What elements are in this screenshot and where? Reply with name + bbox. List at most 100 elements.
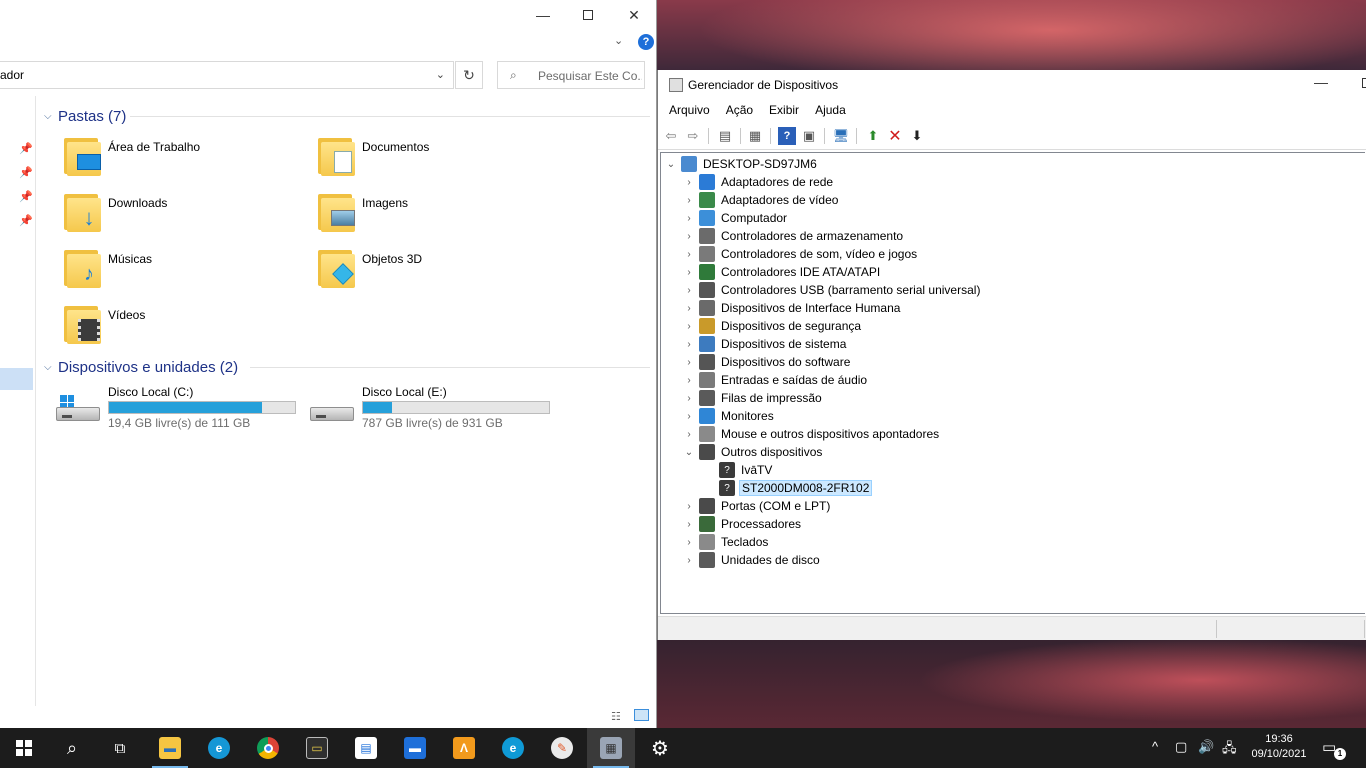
taskbar-file-explorer[interactable]: ▬	[146, 728, 194, 768]
scan-hardware-icon[interactable]: 🖥	[832, 127, 850, 145]
taskbar-edge-2[interactable]: e	[489, 728, 537, 768]
update-driver-icon[interactable]: ⬆	[864, 127, 882, 145]
notification-center-button[interactable]: ▭ 1	[1322, 738, 1346, 760]
expand-chevron-icon[interactable]: ›	[681, 537, 697, 548]
taskbar-app-blue[interactable]: ▤	[342, 728, 390, 768]
tree-category[interactable]: › Monitores	[681, 407, 776, 425]
taskbar-settings[interactable]: ⚙	[636, 728, 684, 768]
clock[interactable]: 19:36 09/10/2021	[1244, 732, 1314, 762]
properties-icon[interactable]: ▦	[746, 127, 764, 145]
tree-category[interactable]: › Processadores	[681, 515, 803, 533]
close-button[interactable]: ✕	[611, 0, 657, 30]
tree-category[interactable]: › Dispositivos de sistema	[681, 335, 848, 353]
tree-category[interactable]: › Adaptadores de rede	[681, 173, 835, 191]
pin-icon[interactable]: 📌	[19, 214, 33, 227]
tree-category[interactable]: › Dispositivos de segurança	[681, 317, 863, 335]
start-button[interactable]	[0, 728, 48, 768]
tree-category[interactable]: › Controladores de armazenamento	[681, 227, 905, 245]
expand-chevron-icon[interactable]: ›	[681, 555, 697, 566]
expand-chevron-icon[interactable]: ›	[681, 393, 697, 404]
view-icon[interactable]: ▣	[800, 127, 818, 145]
uninstall-device-icon[interactable]: ✕	[886, 127, 904, 145]
expand-chevron-icon[interactable]: ›	[681, 357, 697, 368]
tree-root[interactable]: ⌄ DESKTOP-SD97JM6	[663, 155, 819, 173]
menu-ajuda[interactable]: Ajuda	[815, 100, 846, 122]
disable-device-icon[interactable]: ⬇	[908, 127, 926, 145]
expand-chevron-icon[interactable]: ›	[681, 501, 697, 512]
minimize-button[interactable]: —	[520, 0, 566, 30]
help-icon[interactable]: ?	[778, 127, 796, 145]
tree-category[interactable]: ⌄ Outros dispositivos	[681, 443, 824, 461]
folder-documents[interactable]: Documentos	[316, 136, 566, 186]
menu-acao[interactable]: Ação	[726, 100, 753, 122]
menu-exibir[interactable]: Exibir	[769, 100, 799, 122]
taskbar-device-manager[interactable]: ▦	[587, 728, 635, 768]
folders-group-header[interactable]: ⌵ Pastas (7)	[44, 106, 650, 126]
tree-device[interactable]: ? IvāTV	[701, 461, 774, 479]
folder-3d-objects[interactable]: Objetos 3D	[316, 248, 566, 298]
pin-icon[interactable]: 📌	[19, 190, 33, 203]
tree-category[interactable]: › Portas (COM e LPT)	[681, 497, 832, 515]
maximize-button[interactable]	[1362, 78, 1366, 88]
expand-chevron-icon[interactable]: ›	[681, 267, 697, 278]
folder-downloads[interactable]: ↓ Downloads	[62, 192, 312, 242]
refresh-button[interactable]: ↻	[455, 61, 483, 89]
expand-chevron-icon[interactable]: ›	[681, 429, 697, 440]
folder-music[interactable]: ♪ Músicas	[62, 248, 312, 298]
show-hidden-icons[interactable]: ^	[1152, 739, 1158, 754]
expand-chevron-icon[interactable]: ›	[681, 213, 697, 224]
folder-videos[interactable]: Vídeos	[62, 304, 312, 354]
details-view-icon[interactable]: ☷	[611, 710, 621, 723]
back-icon[interactable]: ⇦	[662, 127, 680, 145]
tree-category[interactable]: › Dispositivos do software	[681, 353, 852, 371]
expand-chevron-icon[interactable]: ›	[681, 375, 697, 386]
tree-device[interactable]: ? ST2000DM008-2FR102	[701, 479, 873, 497]
show-hide-console-tree-icon[interactable]: ▤	[716, 127, 734, 145]
address-bar[interactable]: ador ⌄	[0, 61, 454, 89]
collapse-chevron-icon[interactable]: ⌄	[681, 447, 697, 458]
drive-c[interactable]: Disco Local (C:) 19,4 GB livre(s) de 111…	[56, 385, 306, 435]
tree-category[interactable]: › Computador	[681, 209, 789, 227]
nav-selected-item[interactable]	[0, 368, 33, 390]
pin-icon[interactable]: 📌	[19, 166, 33, 179]
folder-desktop[interactable]: Área de Trabalho	[62, 136, 312, 186]
help-icon[interactable]: ?	[638, 34, 654, 50]
drive-e[interactable]: Disco Local (E:) 787 GB livre(s) de 931 …	[310, 385, 560, 435]
minimize-button[interactable]: —	[1314, 74, 1328, 90]
taskbar-app-round[interactable]: ✎	[538, 728, 586, 768]
tree-category[interactable]: › Entradas e saídas de áudio	[681, 371, 869, 389]
taskbar-chrome[interactable]	[244, 728, 292, 768]
search-button[interactable]: ⌕	[48, 728, 96, 768]
tree-category[interactable]: › Dispositivos de Interface Humana	[681, 299, 902, 317]
search-input[interactable]: ⌕ Pesquisar Este Co...	[497, 61, 645, 89]
taskbar-app-keyboard[interactable]: ▭	[293, 728, 341, 768]
large-icons-view-icon[interactable]	[634, 709, 649, 721]
forward-icon[interactable]: ⇨	[684, 127, 702, 145]
folder-pictures[interactable]: Imagens	[316, 192, 566, 242]
ribbon-expand-icon[interactable]: ⌄	[614, 34, 623, 47]
tree-category[interactable]: › Controladores USB (barramento serial un…	[681, 281, 982, 299]
expand-chevron-icon[interactable]: ›	[681, 411, 697, 422]
expand-chevron-icon[interactable]: ›	[681, 519, 697, 530]
devices-group-header[interactable]: ⌵ Dispositivos e unidades (2)	[44, 357, 650, 377]
tree-category[interactable]: › Adaptadores de vídeo	[681, 191, 840, 209]
maximize-button[interactable]	[565, 0, 611, 30]
tree-category[interactable]: › Controladores de som, vídeo e jogos	[681, 245, 919, 263]
expand-chevron-icon[interactable]: ›	[681, 285, 697, 296]
expand-chevron-icon[interactable]: ›	[681, 249, 697, 260]
expand-chevron-icon[interactable]: ›	[681, 195, 697, 206]
menu-arquivo[interactable]: Arquivo	[669, 100, 710, 122]
expand-chevron-icon[interactable]: ›	[681, 231, 697, 242]
task-view-button[interactable]: ⧉	[96, 728, 144, 768]
tree-category[interactable]: › Filas de impressão	[681, 389, 824, 407]
tree-category[interactable]: › Teclados	[681, 533, 770, 551]
expand-chevron-icon[interactable]: ›	[681, 339, 697, 350]
tree-category[interactable]: › Unidades de disco	[681, 551, 822, 569]
taskbar-app-window[interactable]: ▬	[391, 728, 439, 768]
expand-chevron-icon[interactable]: ›	[681, 303, 697, 314]
expand-chevron-icon[interactable]: ›	[681, 321, 697, 332]
pin-icon[interactable]: 📌	[19, 142, 33, 155]
tree-category[interactable]: › Mouse e outros dispositivos apontadores	[681, 425, 941, 443]
meet-now-icon[interactable]: ▢	[1175, 739, 1187, 755]
address-dropdown-icon[interactable]: ⌄	[436, 68, 445, 81]
